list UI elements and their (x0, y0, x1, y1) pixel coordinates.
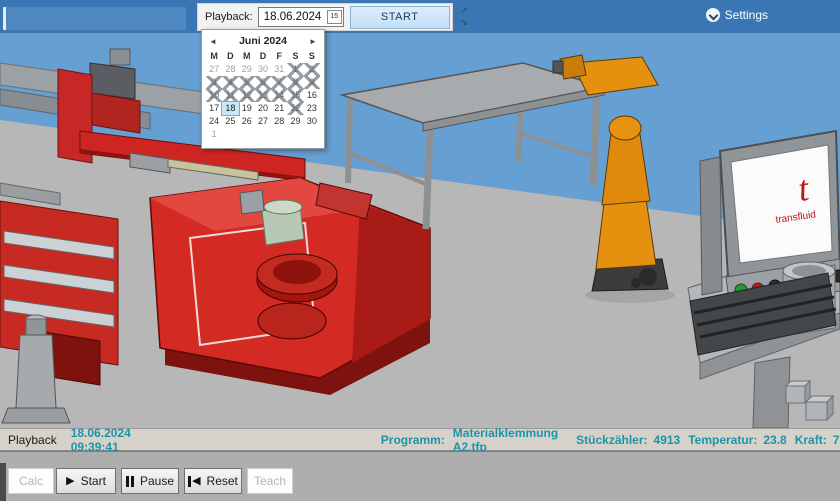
toolbar-edge-fragment (0, 463, 6, 501)
teach-button-label: Teach (254, 474, 286, 488)
calendar-day-header: M (239, 50, 255, 63)
monitor-screen (731, 145, 832, 263)
bottom-toolbar: Calc ▶ Start Pause ◀ Reset Teach 1.1.1 (… (0, 451, 840, 501)
pause-button-label: Pause (140, 474, 174, 488)
calendar-next-icon[interactable]: ► (306, 37, 320, 46)
temperature-value: 23.8 (763, 433, 786, 447)
playback-label: Playback: (205, 11, 253, 23)
chevron-down-icon (706, 8, 720, 22)
status-bar: Playback 18.06.2024 09:39:41 Programm: M… (0, 428, 840, 451)
calendar-day-cell[interactable]: 30 (255, 63, 271, 76)
force-label: Kraft: (795, 433, 827, 447)
program-value: Materialklemmung A2.tfp (453, 426, 558, 454)
reset-button-label: Reset (207, 474, 238, 488)
scene-3d-viewport[interactable]: t transfluid (0, 33, 840, 428)
calendar-day-cell: 8 (287, 76, 303, 89)
calendar-day-headers: MDMDFSS (206, 50, 320, 63)
calendar-day-cell[interactable]: 30 (304, 115, 320, 128)
calendar-day-cell[interactable]: 24 (206, 115, 222, 128)
calendar-day-cell[interactable]: 29 (239, 63, 255, 76)
reset-button[interactable]: ◀ Reset (184, 468, 242, 494)
calendar-day-header: D (255, 50, 271, 63)
calendar-day-cell[interactable]: 27 (206, 63, 222, 76)
calendar-day-cell[interactable]: 26 (239, 115, 255, 128)
calendar-day-cell: 12 (239, 89, 255, 102)
calendar-day-cell[interactable]: 23 (304, 102, 320, 115)
start-playback-button[interactable]: START (350, 6, 450, 29)
calendar-day-cell: 1 (287, 63, 303, 76)
calendar-day-cell: 14 (271, 89, 287, 102)
calendar-day-header: S (287, 50, 303, 63)
calendar-day-cell[interactable]: 17 (206, 102, 222, 115)
top-toolbar-strip (3, 7, 186, 30)
calendar-day-cell[interactable]: 1 (206, 128, 222, 141)
pause-button[interactable]: Pause (121, 468, 179, 494)
calendar-day-cell[interactable]: 19 (239, 102, 255, 115)
play-icon: ▶ (66, 476, 74, 487)
calendar-day-cell: 4 (222, 76, 238, 89)
calc-button: Calc (8, 468, 54, 494)
pop-in-icon[interactable]: ↘ (456, 16, 472, 28)
calendar-day-cell[interactable]: 21 (271, 102, 287, 115)
calendar-day-cell: 13 (255, 89, 271, 102)
calendar-day-cell: 5 (239, 76, 255, 89)
calendar-day-cell[interactable]: 16 (304, 89, 320, 102)
temperature-label: Temperatur: (688, 433, 757, 447)
teach-button: Teach (247, 468, 293, 494)
calendar-day-cell[interactable]: 18 (222, 102, 238, 115)
status-datetime: 18.06.2024 09:39:41 (71, 426, 131, 454)
calc-button-label: Calc (19, 474, 43, 488)
calendar-day-cell[interactable]: 25 (222, 115, 238, 128)
calendar-day-header: F (271, 50, 287, 63)
start-button-label: Start (81, 474, 106, 488)
monitor: t transfluid (720, 131, 840, 277)
start-button[interactable]: ▶ Start (56, 468, 116, 494)
calendar-day-cell[interactable]: 29 (287, 115, 303, 128)
program-label: Programm: (381, 433, 445, 447)
calendar-popup: ◄ Juni 2024 ► MDMDFSS 272829303112345678… (201, 29, 325, 149)
status-mode: Playback (8, 433, 57, 447)
calendar-day-cell: 6 (255, 76, 271, 89)
calendar-day-header: S (304, 50, 320, 63)
calendar-day-cell: 3 (206, 76, 222, 89)
calendar-grid: 2728293031123456789101112131415161718192… (206, 63, 320, 141)
calendar-prev-icon[interactable]: ◄ (206, 37, 220, 46)
calendar-month-label: Juni 2024 (220, 35, 306, 47)
calendar-day-cell: 11 (222, 89, 238, 102)
settings-button[interactable]: Settings (706, 8, 768, 22)
piece-counter-label: Stückzähler: (576, 433, 647, 447)
piece-counter-value: 4913 (654, 433, 681, 447)
settings-label: Settings (725, 8, 768, 22)
force-value: 7.7 (833, 433, 840, 447)
skip-to-start-icon: ◀ (188, 476, 200, 487)
calendar-day-header: D (222, 50, 238, 63)
calendar-day-cell: 9 (304, 76, 320, 89)
calendar-day-cell: 22 (287, 102, 303, 115)
pause-icon (126, 476, 134, 487)
pop-out-icon[interactable]: ↗ (456, 4, 472, 16)
playback-panel: Playback: 15 START (197, 3, 453, 31)
calendar-day-cell[interactable]: 28 (222, 63, 238, 76)
calendar-day-cell[interactable]: 28 (271, 115, 287, 128)
calendar-day-cell: 15 (287, 89, 303, 102)
calendar-day-header: M (206, 50, 222, 63)
calendar-day-cell[interactable]: 31 (271, 63, 287, 76)
top-bar: Playback: 15 START ↗ ↘ Settings (0, 0, 840, 33)
calendar-icon[interactable]: 15 (327, 10, 342, 24)
calendar-day-cell[interactable]: 27 (255, 115, 271, 128)
calendar-day-cell: 7 (271, 76, 287, 89)
calendar-day-cell[interactable]: 20 (255, 102, 271, 115)
calendar-day-cell: 10 (206, 89, 222, 102)
calendar-day-cell: 2 (304, 63, 320, 76)
